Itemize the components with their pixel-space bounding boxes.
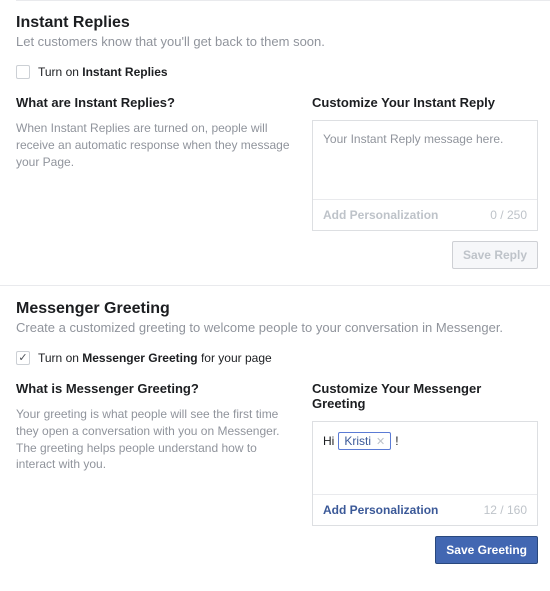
customize-instant-reply-title: Customize Your Instant Reply [312,95,538,110]
instant-reply-counter: 0 / 250 [490,208,527,222]
instant-reply-textbox[interactable]: Your Instant Reply message here. Add Per… [312,120,538,231]
messenger-greeting-textbox[interactable]: Hi Kristi ✕ ! Add Personalization 12 / 1… [312,421,538,526]
greeting-suffix: ! [395,434,398,448]
what-are-instant-replies-title: What are Instant Replies? [16,95,296,110]
instant-replies-checkbox[interactable] [16,65,30,79]
personalization-tag[interactable]: Kristi ✕ [338,432,391,450]
messenger-greeting-title: Messenger Greeting [16,300,534,318]
instant-replies-section: Instant Replies Let customers know that … [16,14,534,285]
instant-reply-placeholder: Your Instant Reply message here. [323,132,503,146]
instant-replies-subtitle: Let customers know that you'll get back … [16,34,534,49]
what-is-messenger-greeting-desc: Your greeting is what people will see th… [16,406,296,473]
customize-messenger-greeting-title: Customize Your Messenger Greeting [312,381,538,411]
add-personalization-greeting[interactable]: Add Personalization [323,503,438,517]
messenger-greeting-subtitle: Create a customized greeting to welcome … [16,320,534,335]
what-are-instant-replies-desc: When Instant Replies are turned on, peop… [16,120,296,170]
messenger-greeting-checkbox-label: Turn on Messenger Greeting for your page [38,351,272,365]
save-reply-button[interactable]: Save Reply [452,241,538,269]
greeting-prefix: Hi [323,434,334,448]
messenger-greeting-checkbox[interactable] [16,351,30,365]
messenger-greeting-counter: 12 / 160 [484,503,527,517]
messenger-greeting-section: Messenger Greeting Create a customized g… [16,286,534,580]
instant-replies-title: Instant Replies [16,14,534,32]
save-greeting-button[interactable]: Save Greeting [435,536,538,564]
tag-name: Kristi [344,434,371,448]
tag-remove-icon[interactable]: ✕ [376,435,385,448]
what-is-messenger-greeting-title: What is Messenger Greeting? [16,381,296,396]
add-personalization-instant[interactable]: Add Personalization [323,208,438,222]
instant-replies-checkbox-label: Turn on Instant Replies [38,65,168,79]
top-divider [16,0,550,1]
